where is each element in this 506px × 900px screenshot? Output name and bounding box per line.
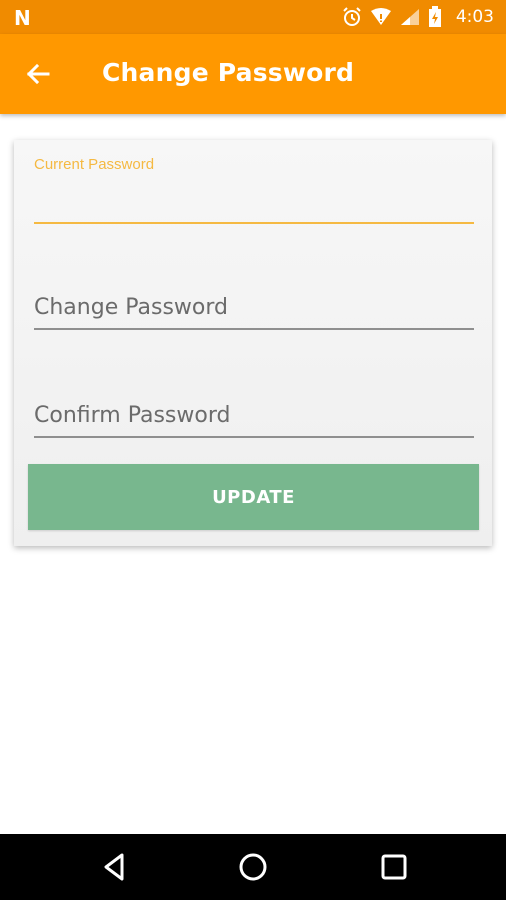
- status-time: 4:03: [455, 7, 494, 27]
- confirm-password-field: [34, 394, 474, 440]
- current-password-label: Current Password: [34, 156, 155, 173]
- current-password-input[interactable]: [34, 184, 474, 218]
- change-password-card: Current Password UPDATE: [14, 140, 492, 546]
- back-arrow-icon[interactable]: [22, 58, 54, 90]
- update-button[interactable]: UPDATE: [28, 464, 479, 530]
- current-password-underline: [34, 222, 474, 224]
- confirm-password-underline: [34, 436, 474, 438]
- back-triangle-icon[interactable]: [98, 850, 132, 884]
- status-icons: 4:03: [342, 0, 494, 34]
- status-bar: N 4:03: [0, 0, 506, 34]
- app-bar: Change Password: [0, 34, 506, 114]
- page-title: Change Password: [102, 58, 355, 87]
- cell-signal-icon: [400, 8, 420, 26]
- navigation-bar: [0, 834, 506, 900]
- battery-icon: [428, 6, 442, 28]
- recents-square-icon[interactable]: [377, 850, 411, 884]
- current-password-field: Current Password: [34, 156, 474, 226]
- alarm-icon: [342, 7, 362, 27]
- confirm-password-input[interactable]: [34, 394, 474, 436]
- n-logo-icon: N: [14, 6, 31, 30]
- home-circle-icon[interactable]: [236, 850, 270, 884]
- change-password-field: [34, 286, 474, 332]
- change-password-underline: [34, 328, 474, 330]
- change-password-input[interactable]: [34, 286, 474, 328]
- wifi-icon: [370, 8, 392, 26]
